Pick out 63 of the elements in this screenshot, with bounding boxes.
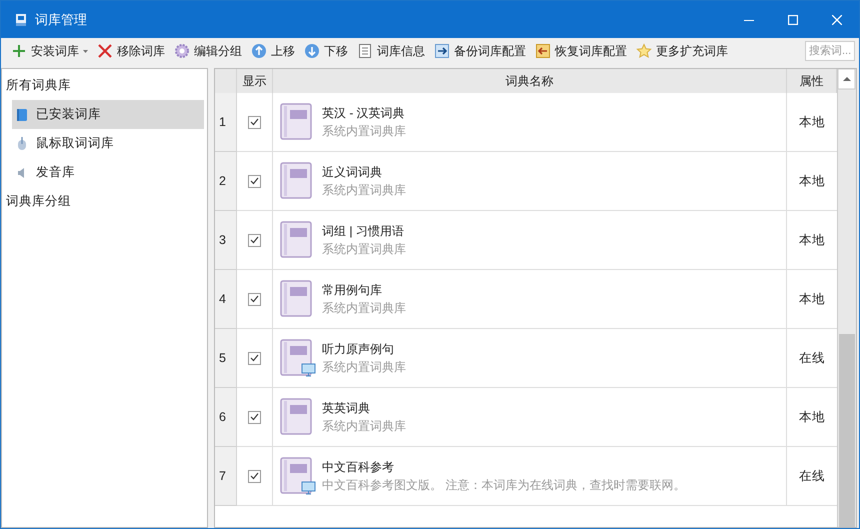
toolbar-button[interactable]: 备份词库配置: [430, 40, 530, 62]
checkbox[interactable]: [248, 470, 261, 482]
down-icon: [304, 43, 320, 59]
row-number: 4: [215, 270, 237, 329]
checkbox[interactable]: [248, 174, 261, 188]
toolbar-button[interactable]: 恢复词库配置: [531, 40, 631, 62]
toolbar-button[interactable]: 移除词库: [93, 40, 169, 62]
row-number: 7: [215, 447, 237, 506]
dictionary-name: 听力原声例句: [322, 340, 395, 358]
dictionary-description: 系统内置词典库: [322, 240, 406, 258]
toolbar-button[interactable]: 下移: [300, 40, 352, 62]
row-number: 1: [215, 93, 237, 152]
backup-icon: [434, 43, 450, 59]
dictionary-description: 中文百科参考图文版。 注意：本词库为在线词典，查找时需要联网。: [322, 476, 686, 494]
row-number: 2: [215, 152, 237, 211]
dictionary-description: 系统内置词典库: [322, 122, 406, 140]
sidebar-item[interactable]: 已安装词库: [12, 100, 204, 129]
close-icon[interactable]: [832, 14, 842, 24]
gear-icon: [174, 43, 190, 59]
toolbar-button[interactable]: 更多扩充词库: [632, 40, 732, 62]
checkbox[interactable]: [248, 352, 261, 364]
row-number: 3: [215, 211, 237, 270]
dictionary-name: 词组 | 习惯用语: [322, 222, 405, 240]
maximize-icon[interactable]: [788, 14, 798, 24]
toolbar-button[interactable]: 词库信息: [353, 40, 429, 62]
header-corner: [215, 69, 237, 93]
column-header: 词典名称: [273, 69, 787, 93]
scrollbar-drawing[interactable]: [838, 69, 856, 527]
star-icon: [636, 43, 652, 59]
dictionary-description: 系统内置词典库: [322, 182, 406, 198]
sidebar-item[interactable]: 所有词典库: [2, 71, 207, 100]
checkbox[interactable]: [248, 410, 261, 424]
window-title: 词库管理: [35, 10, 87, 28]
sidebar-item[interactable]: 发音库: [12, 158, 204, 187]
sidebar-item[interactable]: 词典库分组: [2, 187, 207, 216]
up-icon: [251, 43, 267, 59]
dictionary-description: 系统内置词典库: [322, 358, 406, 376]
dictionary-name: 英汉 - 汉英词典: [322, 104, 406, 122]
column-header: 属性: [787, 69, 837, 93]
row-number: 6: [215, 388, 237, 447]
dictionary-description: 系统内置词典库: [322, 300, 406, 316]
checkbox[interactable]: [248, 292, 261, 306]
column-header: 显示: [237, 69, 273, 93]
dictionary-name: 中文百科参考: [322, 458, 395, 476]
plus-icon: [11, 43, 27, 59]
restore-icon: [535, 43, 551, 59]
app-icon: [15, 12, 27, 26]
toolbar-button[interactable]: 上移: [247, 40, 299, 62]
dictionary-description: 系统内置词典库: [322, 418, 406, 434]
book-icon: [16, 108, 28, 122]
sidebar-item[interactable]: 鼠标取词词库: [12, 129, 204, 158]
mouse-icon: [16, 136, 28, 150]
checkbox[interactable]: [248, 116, 261, 128]
toolbar-button[interactable]: 安装词库: [7, 40, 92, 62]
checkbox[interactable]: [248, 234, 261, 246]
row-number: 5: [215, 329, 237, 388]
toolbar-button[interactable]: 编辑分组: [170, 40, 246, 62]
dictionary-name: 近义词词典: [322, 164, 383, 180]
dictionary-name: 英英词典: [322, 400, 371, 416]
dictionary-name: 常用例句库: [322, 282, 383, 298]
cross-icon: [97, 43, 113, 59]
document-icon: [357, 43, 373, 59]
search-field[interactable]: 搜索词...: [805, 41, 855, 61]
